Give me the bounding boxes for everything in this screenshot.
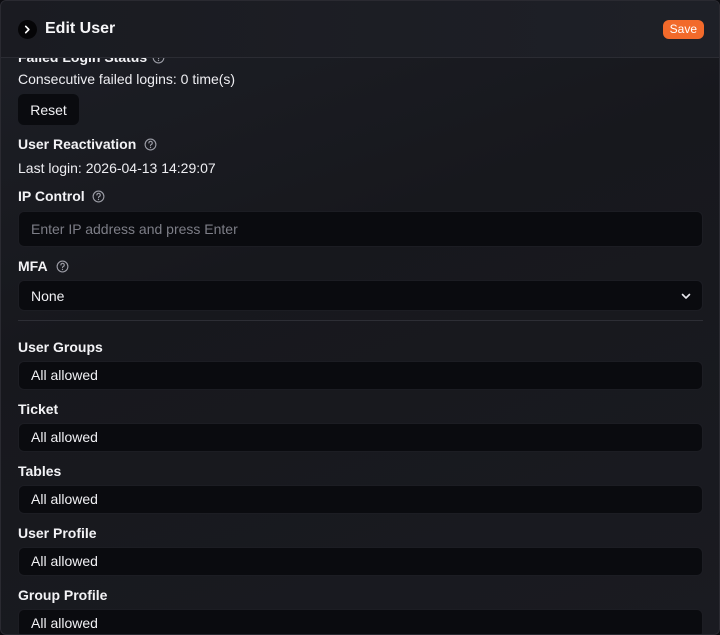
tables-label: Tables [18,463,62,479]
chevron-right-icon [24,25,30,34]
help-circle-icon[interactable] [152,58,165,64]
mfa-title: MFA [18,258,48,274]
group-profile-field[interactable]: All allowed [18,609,703,634]
chevron-down-icon [681,293,691,299]
collapse-panel-button[interactable] [18,20,37,39]
user-reactivation-title: User Reactivation [18,136,137,152]
failed-login-count: Consecutive failed logins: 0 time(s) [18,71,236,87]
section-divider [18,320,703,321]
panel-header: Edit User Save [1,1,719,58]
user-groups-field[interactable]: All allowed [18,361,703,390]
ticket-field[interactable]: All allowed [18,423,703,452]
failed-login-title: Failed Login Status [18,58,147,66]
last-login-text: Last login: 2026-04-13 14:29:07 [18,160,216,176]
help-circle-icon[interactable] [144,138,157,151]
tables-field[interactable]: All allowed [18,485,703,514]
user-profile-label: User Profile [18,525,97,541]
group-profile-label: Group Profile [18,587,108,603]
mfa-selected-value: None [31,287,65,304]
reset-failed-logins-button[interactable]: Reset [18,94,79,125]
user-groups-label: User Groups [18,339,103,355]
ip-control-title: IP Control [18,188,85,204]
help-circle-icon[interactable] [56,260,69,273]
form-scroll-area[interactable]: Failed Login Status Consecutive failed l… [1,58,719,634]
user-profile-field[interactable]: All allowed [18,547,703,576]
mfa-select[interactable]: None [18,280,703,311]
ip-address-input[interactable] [18,211,703,247]
help-circle-icon[interactable] [92,190,105,203]
page-title: Edit User [45,20,116,37]
save-button[interactable]: Save [662,20,704,39]
ticket-label: Ticket [18,401,59,417]
edit-user-panel: Edit User Save Failed Login Status Conse… [0,0,720,635]
